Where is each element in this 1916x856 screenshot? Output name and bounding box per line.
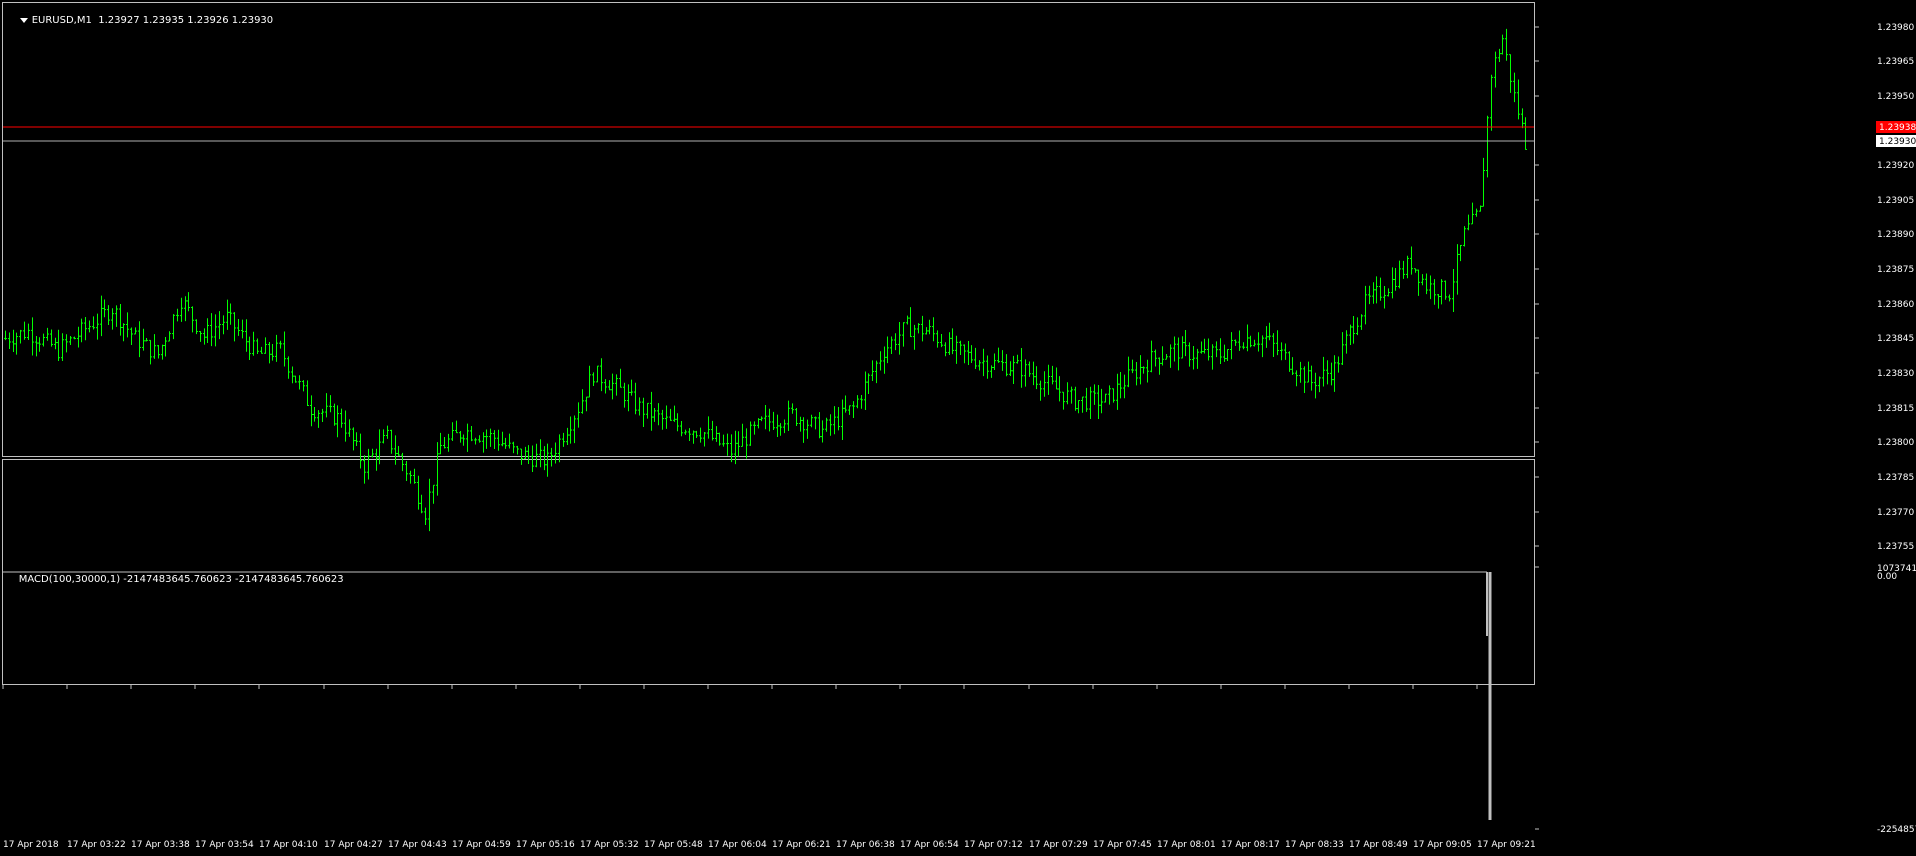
trading-terminal-window: EURUSD,M1 1.23927 1.23935 1.23926 1.2393… (0, 0, 1916, 856)
chart-header: EURUSD,M1 1.23927 1.23935 1.23926 1.2393… (7, 4, 273, 37)
time-axis-label: 17 Apr 05:48 (644, 840, 703, 850)
time-axis-label: 17 Apr 03:38 (131, 840, 190, 850)
time-axis-label: 17 Apr 03:22 (67, 840, 126, 850)
price-scale-label: 1.23920 (1877, 161, 1914, 171)
price-scale-label: 1.23950 (1877, 92, 1914, 102)
price-scale-label: 1.23905 (1877, 196, 1914, 206)
price-scale[interactable]: 1.23980 1.23965 1.23950 1.23920 1.23905 1.238… (1535, 23, 1914, 552)
time-axis-label: 17 Apr 08:33 (1285, 840, 1344, 850)
time-axis[interactable]: 17 Apr 2018 17 Apr 03:22 17 Apr 03:38 17 Ap… (2, 685, 1536, 850)
time-axis-label: 17 Apr 08:49 (1349, 840, 1408, 850)
collapse-triangle-icon[interactable] (19, 17, 28, 23)
macd-scale-bottom-label: -2254857 (1877, 825, 1916, 835)
price-scale-label: 1.23965 (1877, 57, 1914, 67)
macd-header: MACD(100,30000,1) -2147483645.760623 -21… (6, 563, 344, 596)
time-axis-label: 17 Apr 08:01 (1157, 840, 1216, 850)
time-axis-label: 17 Apr 05:32 (580, 840, 639, 850)
price-scale-label: 1.23890 (1877, 230, 1914, 240)
bid-price-tag (1876, 135, 1916, 147)
bid-price-label: 1.23930 (1879, 137, 1916, 147)
time-axis-label: 17 Apr 07:45 (1093, 840, 1152, 850)
time-axis-label: 17 Apr 04:27 (324, 840, 383, 850)
time-axis-label: 17 Apr 08:17 (1221, 840, 1280, 850)
ask-price-label: 1.23938 (1879, 123, 1916, 133)
time-axis-label: 17 Apr 06:21 (772, 840, 831, 850)
price-scale-label: 1.23875 (1877, 265, 1914, 275)
price-scale-label: 1.23830 (1877, 369, 1914, 379)
macd-scale-zero-label: 0.00 (1877, 572, 1897, 582)
time-axis-label: 17 Apr 2018 (3, 840, 59, 850)
time-axis-label: 17 Apr 09:05 (1413, 840, 1472, 850)
symbol-timeframe-label: EURUSD,M1 (31, 15, 92, 26)
time-axis-label: 17 Apr 07:12 (964, 840, 1023, 850)
price-scale-label: 1.23755 (1877, 542, 1914, 552)
time-axis-label: 17 Apr 06:38 (836, 840, 895, 850)
ask-price-tag (1876, 121, 1916, 133)
price-scale-label: 1.23980 (1877, 23, 1914, 33)
price-scale-label: 1.23845 (1877, 334, 1914, 344)
price-scale-label: 1.23800 (1877, 438, 1914, 448)
price-chart-panel[interactable] (2, 2, 1535, 457)
price-scale-label: 1.23815 (1877, 404, 1914, 414)
price-scale-label: 1.23860 (1877, 300, 1914, 310)
macd-scale[interactable]: 10737418 0.00 -2254857 (1535, 564, 1916, 835)
macd-label: MACD(100,30000,1) -2147483645.760623 -21… (18, 574, 344, 585)
price-scale-label: 1.23785 (1877, 473, 1914, 483)
time-axis-label: 17 Apr 05:16 (516, 840, 575, 850)
time-axis-label: 17 Apr 04:10 (259, 840, 318, 850)
time-axis-label: 17 Apr 04:43 (388, 840, 447, 850)
time-axis-label: 17 Apr 09:21 (1477, 840, 1536, 850)
time-axis-label: 17 Apr 04:59 (452, 840, 511, 850)
price-scale-label: 1.23770 (1877, 508, 1914, 518)
time-axis-label: 17 Apr 06:04 (708, 840, 767, 850)
time-axis-label: 17 Apr 07:29 (1029, 840, 1088, 850)
macd-scale-top-label: 10737418 (1877, 564, 1916, 574)
time-axis-label: 17 Apr 06:54 (900, 840, 959, 850)
ohlc-values: 1.23927 1.23935 1.23926 1.23930 (98, 15, 274, 26)
time-axis-label: 17 Apr 03:54 (195, 840, 254, 850)
